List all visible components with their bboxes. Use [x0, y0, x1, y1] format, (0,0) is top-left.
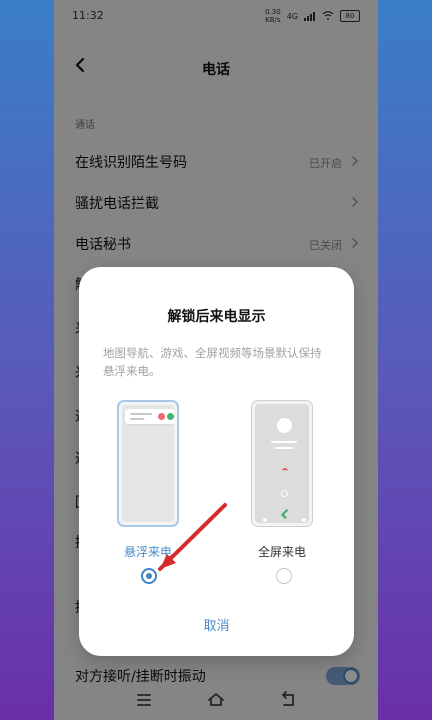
- answer-icon: [167, 413, 174, 420]
- answer-icon: [281, 509, 291, 519]
- dot-icon: [263, 518, 267, 522]
- caller-subtitle-line: [275, 447, 293, 449]
- floating-call-preview: [122, 405, 174, 522]
- decline-icon: [158, 413, 165, 420]
- decline-icon: [282, 468, 288, 474]
- floating-call-option-card[interactable]: [117, 400, 179, 527]
- cancel-button[interactable]: 取消: [79, 615, 354, 634]
- dialog-description: 地图导航、游戏、全屏视频等场景默认保持悬浮来电。: [103, 346, 322, 378]
- banner-line: [130, 413, 152, 415]
- fullscreen-call-preview: [255, 404, 309, 523]
- banner-line: [130, 418, 144, 420]
- dialog-title: 解锁后来电显示: [167, 309, 266, 325]
- incoming-call-display-dialog: 解锁后来电显示 地图导航、游戏、全屏视频等场景默认保持悬浮来电。 悬浮来电 全屏…: [79, 267, 354, 656]
- fullscreen-call-option-card[interactable]: [251, 400, 313, 527]
- fullscreen-call-radio[interactable]: [276, 568, 292, 584]
- floating-call-radio[interactable]: [141, 568, 157, 584]
- avatar: [277, 418, 292, 433]
- caller-name-line: [271, 441, 297, 443]
- floating-call-label: 悬浮来电: [123, 545, 172, 559]
- dot-icon: [302, 518, 306, 522]
- slider-dot-icon: [281, 490, 288, 497]
- fullscreen-call-label: 全屏来电: [257, 545, 306, 559]
- floating-call-banner: [125, 409, 174, 424]
